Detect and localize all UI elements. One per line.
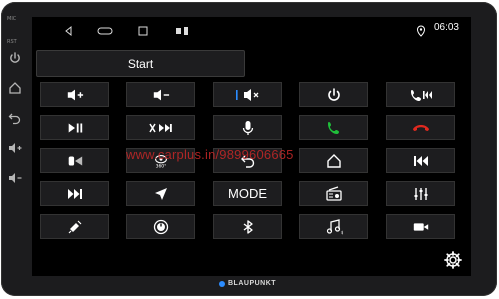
key-volume-down[interactable] (126, 82, 195, 107)
gear-icon (444, 251, 462, 269)
navigation-icon (154, 187, 167, 200)
mute-icon (235, 88, 258, 101)
microphone-icon (242, 120, 253, 135)
watermark-text: www.carplus.in/9899606665 (126, 147, 294, 162)
video-camera-icon (413, 222, 428, 231)
rst-label: RST (7, 39, 17, 45)
call-hangup-icon (412, 124, 429, 131)
next-track-icon (67, 188, 82, 199)
key-satellite[interactable] (40, 214, 109, 239)
key-next-track[interactable] (40, 181, 109, 206)
satellite-icon (68, 220, 81, 233)
notification-icons (174, 22, 192, 35)
back-triangle-icon (65, 25, 72, 37)
key-play-pause[interactable] (40, 115, 109, 140)
key-mute[interactable] (213, 82, 282, 107)
volume-up-icon (67, 89, 83, 100)
key-mode[interactable]: MODE (213, 181, 282, 206)
radio-icon (325, 185, 342, 201)
home-pill-icon (97, 27, 113, 35)
bezel-power-button[interactable] (8, 50, 22, 64)
key-call-previous[interactable] (386, 82, 455, 107)
status-bar: 06:03 (32, 17, 471, 39)
notification-icon (176, 27, 188, 35)
home-icon (9, 82, 21, 94)
mic-label: MIC (7, 16, 17, 22)
key-microphone[interactable] (213, 115, 282, 140)
key-mute-next[interactable] (126, 115, 195, 140)
bluetooth-icon (243, 219, 253, 234)
brand-name: BLAUPUNKT (228, 280, 277, 287)
home-icon (326, 153, 341, 168)
svg-text:$: $ (341, 230, 343, 235)
nav-home-button[interactable] (97, 22, 113, 35)
nav-back-button[interactable] (63, 22, 75, 37)
key-previous-track[interactable] (386, 148, 455, 173)
volume-down-icon (9, 173, 22, 183)
equalizer-icon (414, 187, 427, 200)
clock: 06:03 (433, 22, 459, 33)
start-button[interactable]: Start (36, 50, 245, 77)
key-volume-up[interactable] (40, 82, 109, 107)
call-previous-icon (410, 89, 432, 101)
location-pin-icon (416, 22, 426, 37)
bezel-volume-down-button[interactable] (8, 170, 22, 184)
key-video-camera[interactable] (386, 214, 455, 239)
key-power[interactable] (299, 82, 368, 107)
key-bluetooth[interactable] (213, 214, 282, 239)
back-icon (8, 113, 21, 125)
bezel-back-button[interactable] (8, 110, 22, 125)
bezel-home-button[interactable] (8, 80, 22, 94)
brand-logo: BLAUPUNKT (219, 280, 276, 287)
key-equalizer[interactable] (386, 181, 455, 206)
key-home[interactable] (299, 148, 368, 173)
call-answer-icon (327, 121, 339, 134)
key-call-answer[interactable] (299, 115, 368, 140)
mute-next-icon (148, 123, 172, 132)
previous-track-icon (413, 155, 428, 166)
recents-square-icon (138, 26, 148, 36)
power-icon (10, 52, 20, 63)
bezel-volume-up-button[interactable] (8, 140, 22, 154)
volume-down-icon (153, 89, 169, 100)
key-camera-view[interactable] (40, 148, 109, 173)
nav-recents-button[interactable] (137, 22, 149, 36)
power-knob-icon (153, 219, 168, 234)
svg-text:360°: 360° (155, 163, 166, 169)
key-power-knob[interactable] (126, 214, 195, 239)
volume-up-icon (9, 143, 22, 153)
play-pause-icon (68, 123, 82, 132)
settings-button[interactable] (443, 250, 463, 270)
power-icon (327, 87, 340, 101)
brand-dot (219, 280, 225, 287)
camera-view-icon (68, 156, 82, 165)
music-icon: $ (326, 218, 343, 235)
key-navigation[interactable] (126, 181, 195, 206)
mode-label: MODE (228, 186, 267, 201)
key-music[interactable]: $ (299, 214, 368, 239)
key-radio[interactable] (299, 181, 368, 206)
key-call-hangup[interactable] (386, 115, 455, 140)
